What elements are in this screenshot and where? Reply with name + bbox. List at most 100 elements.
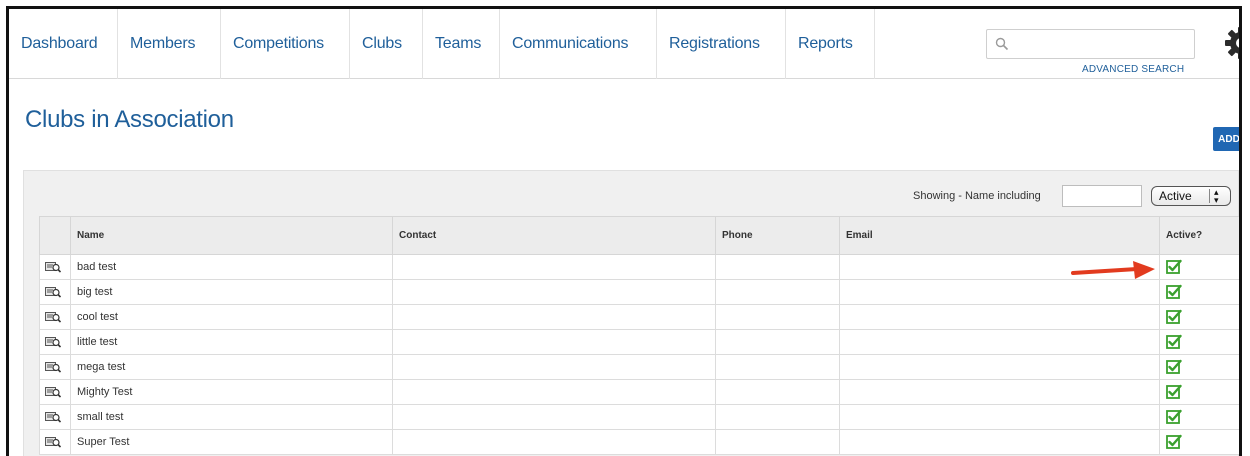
add-button[interactable]: ADD: [1213, 127, 1239, 151]
advanced-search-link[interactable]: ADVANCED SEARCH: [1082, 64, 1184, 75]
row-icon-cell[interactable]: [39, 329, 71, 355]
clubs-table: Name Contact Phone Email Active? bad tes…: [39, 216, 1239, 455]
filter-label: Showing - Name including: [913, 190, 1041, 202]
select-divider: [1209, 189, 1210, 203]
cell-phone: [715, 279, 840, 305]
cell-name[interactable]: cool test: [70, 304, 393, 330]
cell-active[interactable]: [1159, 329, 1239, 355]
row-icon-cell[interactable]: [39, 254, 71, 280]
nav-members[interactable]: Members: [118, 9, 221, 79]
search-box: [986, 29, 1195, 59]
cell-contact: [392, 329, 716, 355]
table-row[interactable]: bad test: [39, 254, 1239, 280]
cell-phone: [715, 254, 840, 280]
table-row[interactable]: Mighty Test: [39, 379, 1239, 405]
gear-icon[interactable]: [1223, 25, 1242, 61]
checkbox-checked-icon[interactable]: [1166, 259, 1182, 275]
view-details-icon[interactable]: [45, 361, 61, 373]
checkbox-checked-icon[interactable]: [1166, 334, 1182, 350]
app-frame: Dashboard Members Competitions Clubs Tea…: [6, 6, 1242, 456]
cell-active[interactable]: [1159, 254, 1239, 280]
cell-contact: [392, 304, 716, 330]
cell-email: [839, 329, 1160, 355]
view-details-icon[interactable]: [45, 336, 61, 348]
nav-communications[interactable]: Communications: [500, 9, 657, 79]
cell-active[interactable]: [1159, 354, 1239, 380]
cell-contact: [392, 279, 716, 305]
cell-phone: [715, 329, 840, 355]
search-icon: [995, 37, 1009, 51]
nav-dashboard[interactable]: Dashboard: [9, 9, 118, 79]
cell-email: [839, 429, 1160, 455]
checkbox-checked-icon[interactable]: [1166, 309, 1182, 325]
cell-contact: [392, 404, 716, 430]
cell-contact: [392, 254, 716, 280]
column-header-email[interactable]: Email: [839, 216, 1160, 255]
row-icon-cell[interactable]: [39, 379, 71, 405]
table-body: bad test big test cool test little test …: [39, 254, 1239, 455]
table-row[interactable]: little test: [39, 329, 1239, 355]
table-row[interactable]: mega test: [39, 354, 1239, 380]
cell-active[interactable]: [1159, 404, 1239, 430]
column-header-contact[interactable]: Contact: [392, 216, 716, 255]
column-header-phone[interactable]: Phone: [715, 216, 840, 255]
view-details-icon[interactable]: [45, 311, 61, 323]
table-row[interactable]: small test: [39, 404, 1239, 430]
cell-email: [839, 279, 1160, 305]
table-row[interactable]: big test: [39, 279, 1239, 305]
row-icon-cell[interactable]: [39, 429, 71, 455]
status-select-value: Active: [1159, 189, 1192, 203]
column-header-active[interactable]: Active?: [1159, 216, 1239, 255]
cell-active[interactable]: [1159, 379, 1239, 405]
nav-competitions[interactable]: Competitions: [221, 9, 350, 79]
checkbox-checked-icon[interactable]: [1166, 434, 1182, 450]
row-icon-cell[interactable]: [39, 404, 71, 430]
checkbox-checked-icon[interactable]: [1166, 359, 1182, 375]
view-details-icon[interactable]: [45, 436, 61, 448]
cell-email: [839, 379, 1160, 405]
cell-active[interactable]: [1159, 429, 1239, 455]
select-arrows-icon: ▴ ▾: [1214, 187, 1219, 205]
nav-clubs[interactable]: Clubs: [350, 9, 423, 79]
column-header-name[interactable]: Name: [70, 216, 393, 255]
cell-contact: [392, 429, 716, 455]
clubs-grid-panel: Showing - Name including Active ▴ ▾ Name …: [23, 170, 1239, 456]
cell-active[interactable]: [1159, 279, 1239, 305]
table-row[interactable]: cool test: [39, 304, 1239, 330]
cell-email: [839, 304, 1160, 330]
view-details-icon[interactable]: [45, 261, 61, 273]
checkbox-checked-icon[interactable]: [1166, 409, 1182, 425]
cell-name[interactable]: mega test: [70, 354, 393, 380]
cell-name[interactable]: Mighty Test: [70, 379, 393, 405]
cell-phone: [715, 429, 840, 455]
nav-registrations[interactable]: Registrations: [657, 9, 786, 79]
row-icon-cell[interactable]: [39, 279, 71, 305]
search-input[interactable]: [1013, 34, 1189, 54]
cell-name[interactable]: Super Test: [70, 429, 393, 455]
page-title: Clubs in Association: [25, 106, 234, 133]
checkbox-checked-icon[interactable]: [1166, 384, 1182, 400]
cell-phone: [715, 304, 840, 330]
cell-phone: [715, 354, 840, 380]
cell-name[interactable]: big test: [70, 279, 393, 305]
cell-name[interactable]: little test: [70, 329, 393, 355]
cell-name[interactable]: bad test: [70, 254, 393, 280]
cell-email: [839, 354, 1160, 380]
column-header-icon: [39, 216, 71, 255]
name-filter-input[interactable]: [1062, 185, 1142, 207]
view-details-icon[interactable]: [45, 286, 61, 298]
row-icon-cell[interactable]: [39, 304, 71, 330]
table-row[interactable]: Super Test: [39, 429, 1239, 455]
cell-name[interactable]: small test: [70, 404, 393, 430]
status-select[interactable]: Active ▴ ▾: [1151, 186, 1231, 206]
view-details-icon[interactable]: [45, 411, 61, 423]
cell-active[interactable]: [1159, 304, 1239, 330]
view-details-icon[interactable]: [45, 386, 61, 398]
nav-teams[interactable]: Teams: [423, 9, 500, 79]
cell-phone: [715, 404, 840, 430]
checkbox-checked-icon[interactable]: [1166, 284, 1182, 300]
row-icon-cell[interactable]: [39, 354, 71, 380]
cell-contact: [392, 354, 716, 380]
cell-phone: [715, 379, 840, 405]
nav-reports[interactable]: Reports: [786, 9, 875, 79]
